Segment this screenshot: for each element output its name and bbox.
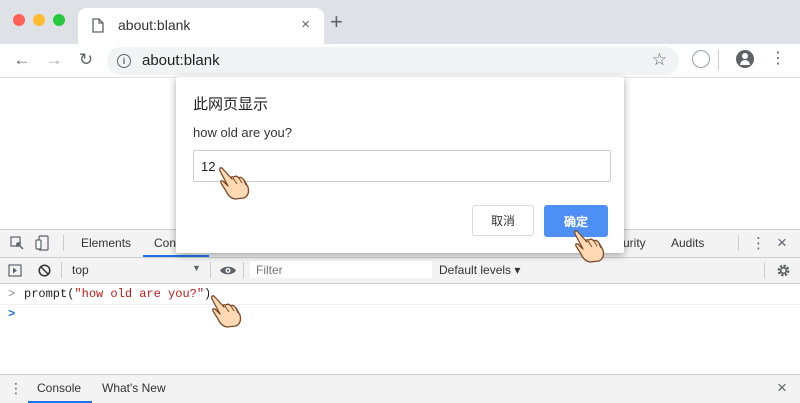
minimize-window-button[interactable] (33, 14, 45, 26)
context-value: top (72, 263, 89, 277)
prompt-input[interactable] (193, 150, 611, 182)
drawer-close-icon[interactable]: × (777, 378, 787, 398)
url-text: about:blank (142, 52, 220, 69)
info-icon[interactable]: i (117, 54, 131, 68)
dialog-message: how old are you? (193, 125, 293, 140)
toolbar-divider (718, 50, 719, 70)
browser-menu-icon[interactable]: ⋮ (770, 49, 786, 69)
sidebar-toggle-icon[interactable] (8, 264, 22, 277)
hand-cursor-icon (211, 295, 242, 328)
context-selector[interactable]: top ▼ (64, 258, 209, 283)
address-bar[interactable]: i about:blank ☆ (107, 47, 679, 75)
console-output[interactable]: > prompt("how old are you?") > (0, 284, 800, 374)
reload-button[interactable]: ↻ (74, 48, 98, 72)
console-prompt-line[interactable]: > (0, 305, 800, 325)
toolbar-divider (764, 262, 765, 278)
tab-elements[interactable]: Elements (81, 236, 131, 250)
log-levels-dropdown[interactable]: Default levels ▾ (439, 263, 520, 277)
toolbar-divider (243, 262, 244, 278)
profile-avatar[interactable] (736, 50, 754, 68)
browser-toolbar: ← → ↻ i about:blank ☆ (0, 44, 800, 78)
forward-button[interactable]: → (42, 48, 66, 72)
tab-close-icon[interactable]: × (301, 16, 310, 33)
tab-title: about:blank (118, 17, 191, 33)
code-string: "how old are you?" (74, 287, 205, 301)
browser-tab[interactable]: about:blank × (78, 8, 324, 44)
close-window-button[interactable] (13, 14, 25, 26)
device-toolbar-icon[interactable] (35, 235, 49, 251)
back-button[interactable]: ← (10, 48, 34, 72)
new-tab-button[interactable]: + (330, 11, 343, 33)
toolbar-divider (61, 262, 62, 278)
hand-cursor-icon (219, 167, 250, 200)
inspect-element-icon[interactable] (10, 236, 24, 250)
drawer-menu-icon[interactable]: ⋮ (9, 380, 23, 397)
input-prompt-icon: > (8, 287, 16, 301)
tab-divider (738, 235, 739, 251)
document-icon (92, 18, 104, 33)
devtools-menu-icon[interactable]: ⋮ (751, 234, 766, 252)
cancel-button[interactable]: 取消 (472, 205, 534, 236)
console-code: prompt("how old are you?") (24, 287, 211, 301)
console-settings-gear-icon[interactable] (776, 263, 791, 278)
toolbar-divider (210, 262, 211, 278)
eye-icon[interactable] (219, 265, 237, 276)
console-entry: > prompt("how old are you?") (0, 284, 800, 305)
clear-console-icon[interactable] (38, 264, 51, 277)
active-tab-indicator (143, 255, 209, 257)
hand-cursor-icon (574, 230, 605, 263)
console-filter-input[interactable] (250, 261, 432, 278)
console-toolbar: top ▼ Default levels ▾ (0, 258, 800, 284)
dropdown-arrow-icon: ▼ (192, 263, 201, 273)
maximize-window-button[interactable] (53, 14, 65, 26)
tab-divider (63, 235, 64, 251)
code-function: prompt( (24, 287, 75, 301)
drawer-tab-whats-new[interactable]: What's New (102, 381, 166, 395)
bookmark-star-icon[interactable]: ☆ (652, 50, 667, 70)
console-prompt-icon: > (8, 307, 16, 321)
extension-icon[interactable] (692, 50, 710, 68)
devtools-drawer: ⋮ Console What's New × (0, 374, 800, 403)
devtools-close-icon[interactable]: × (777, 233, 787, 253)
browser-title-bar: about:blank × + (0, 0, 800, 44)
tab-security[interactable]: urity (623, 236, 646, 250)
tab-audits[interactable]: Audits (671, 236, 704, 250)
drawer-tab-console[interactable]: Console (37, 381, 81, 395)
devtools-panel: Elements Console urity Audits ⋮ × top ▼ (0, 229, 800, 403)
dialog-header: 此网页显示 (193, 96, 269, 113)
